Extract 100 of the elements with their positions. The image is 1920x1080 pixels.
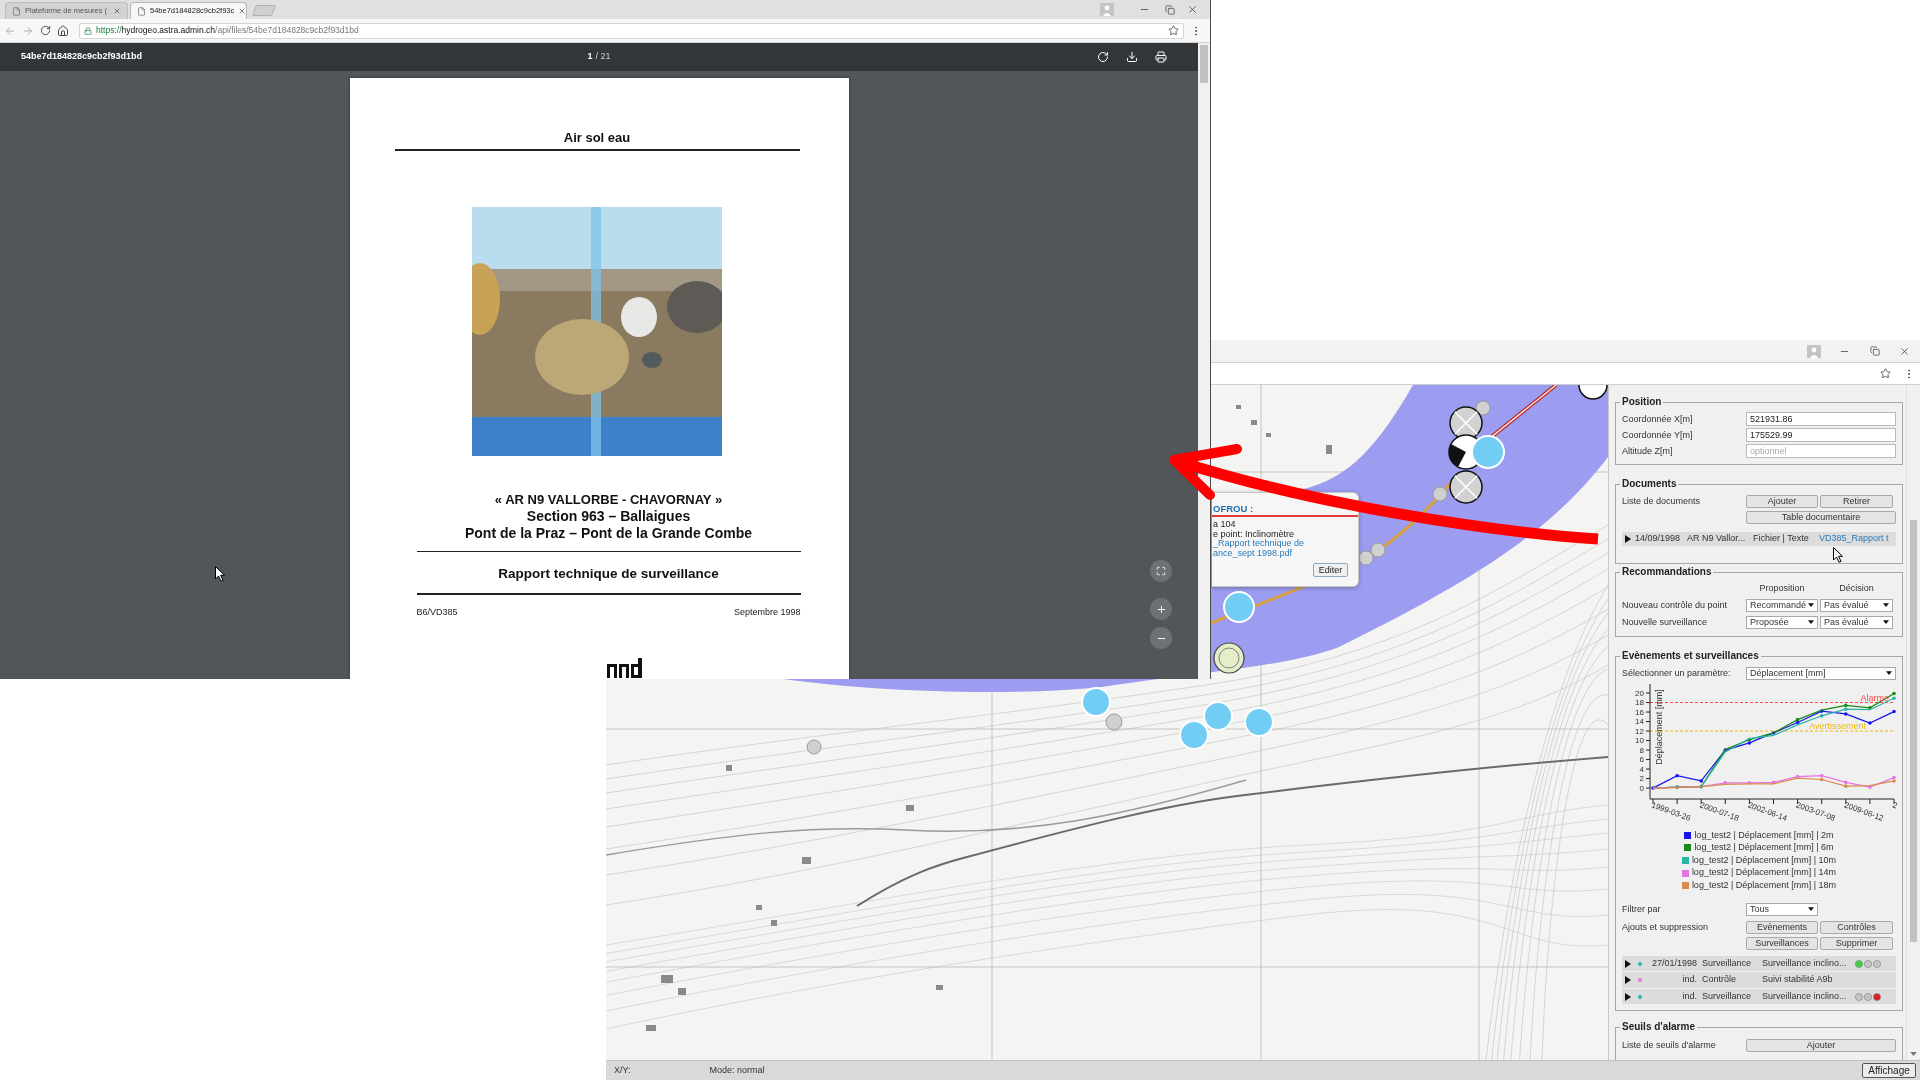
restore-icon[interactable] — [1165, 4, 1175, 15]
remove-button[interactable]: Retirer — [1820, 495, 1893, 508]
controls-button[interactable]: Contrôles — [1820, 920, 1893, 934]
document-title: AR N9 Vallor... — [1687, 532, 1747, 546]
tick-label: 2 — [1891, 800, 1899, 811]
cursor-icon — [215, 566, 225, 582]
section-title: Position — [1621, 396, 1663, 408]
description-text: Surveillance inclino... — [1762, 989, 1848, 1003]
surveillances-button[interactable]: Surveillances — [1746, 936, 1818, 950]
bookmark-star-icon[interactable] — [1168, 25, 1179, 36]
expand-triangle-icon[interactable] — [1625, 535, 1631, 543]
reload-icon[interactable] — [40, 25, 51, 36]
dropdown-select[interactable]: Pas évalué — [1820, 598, 1893, 612]
event-row[interactable]: ind. Surveillance Surveillance inclino... — [1622, 988, 1896, 1005]
date-text: 27/01/1998 — [1650, 956, 1697, 970]
close-icon[interactable] — [113, 7, 121, 15]
scrollbar-thumb[interactable] — [1200, 45, 1208, 83]
data-point — [1723, 781, 1728, 785]
add-button[interactable]: Ajouter — [1746, 495, 1818, 508]
lock-icon — [84, 26, 92, 35]
close-icon[interactable] — [1899, 345, 1910, 357]
tick-label: 2 — [1639, 774, 1644, 784]
date-text: Septembre 1998 — [733, 605, 801, 618]
page-number-field[interactable]: 1 — [587, 50, 593, 64]
page-count: / 21 — [595, 50, 611, 64]
field-label: Ajouts et suppression — [1622, 921, 1710, 933]
data-point — [1795, 774, 1800, 779]
logo-icon — [606, 657, 642, 678]
dropdown-select[interactable]: Déplacement [mm] — [1746, 666, 1896, 680]
rotate-icon[interactable] — [1097, 51, 1109, 63]
close-icon[interactable] — [1187, 4, 1198, 15]
field-label: Nouveau contrôle du point — [1622, 599, 1729, 611]
add-button[interactable]: Ajouter — [1746, 1039, 1896, 1053]
document-title: Section 963 – Ballaigues — [526, 507, 691, 525]
date-text: 14/09/1998 — [1635, 532, 1682, 546]
display-button[interactable]: Affichage — [1862, 1063, 1916, 1078]
tick-label: 10 — [1635, 736, 1644, 746]
text-field[interactable]: optionnel — [1746, 444, 1896, 458]
document-title: « AR N9 VALLORBE - CHAVORNAY » — [494, 490, 723, 508]
restore-icon[interactable] — [1870, 346, 1880, 356]
print-icon[interactable] — [1155, 51, 1167, 63]
popup-title: OFROU : — [1212, 503, 1255, 514]
scrollbar-thumb[interactable] — [1910, 520, 1917, 942]
document-subtitle: Rapport technique de surveillance — [498, 565, 719, 582]
document-table-button[interactable]: Table documentaire — [1746, 511, 1896, 524]
field-label: Liste de seuils d'alarme — [1622, 1040, 1717, 1052]
tick-label: 4 — [1639, 764, 1644, 774]
tick-label: 8 — [1639, 745, 1644, 755]
caret-icon — [1808, 603, 1814, 607]
download-icon[interactable] — [1126, 51, 1138, 63]
section-title: Documents — [1621, 478, 1678, 490]
fit-page-button[interactable] — [1150, 560, 1172, 582]
text-field[interactable]: 521931.86 — [1746, 412, 1896, 426]
description-text: Suivi stabilité A9b — [1762, 973, 1834, 987]
data-point — [1723, 748, 1728, 752]
description-text: Surveillance inclino... — [1762, 956, 1848, 970]
text-field[interactable]: 175529.99 — [1746, 428, 1896, 442]
edit-button[interactable]: Editer — [1313, 563, 1348, 577]
mode-text: Mode: normal — [709, 1063, 765, 1077]
events-button[interactable]: Evènements — [1746, 920, 1818, 934]
file-link[interactable]: _Rapport technique de — [1212, 539, 1358, 549]
caret-icon — [1808, 620, 1814, 624]
document-row[interactable]: 14/09/1998 AR N9 Vallor... Fichier | Texte VD385_Rapport t — [1622, 532, 1896, 546]
bookmark-star-icon[interactable] — [1880, 368, 1891, 379]
tick-label: 20 — [1635, 688, 1644, 698]
expand-triangle-icon[interactable] — [1625, 992, 1631, 1001]
home-icon[interactable] — [57, 24, 69, 37]
file-name: 54be7d184828c9cb2f93d1bd — [20, 50, 144, 64]
url-field[interactable]: https://hydrogeo.astra.admin.ch/api/files/54be7d184828c9cb2f93d1bd — [79, 22, 1184, 39]
field-label: Altitude Z[m] — [1622, 445, 1674, 457]
file-link[interactable]: ance_sept 1998.pdf — [1212, 548, 1358, 558]
type-text: Fichier | Texte — [1753, 532, 1810, 546]
scroll-down-icon[interactable] — [1910, 1052, 1917, 1056]
expand-triangle-icon[interactable] — [1625, 959, 1631, 968]
dropdown-select[interactable]: Proposée — [1746, 615, 1818, 629]
data-point — [1868, 785, 1872, 789]
document-header: Air sol eau — [563, 130, 631, 146]
tick-label: 6 — [1639, 755, 1644, 765]
type-text: Surveillance — [1702, 989, 1753, 1003]
popup-text: e point: Inclinomètre — [1212, 529, 1296, 539]
dropdown-select[interactable]: Recommandé — [1746, 598, 1818, 612]
dropdown-select[interactable]: Pas évalué — [1820, 615, 1893, 629]
tick-label: 14 — [1635, 717, 1644, 727]
expand-triangle-icon[interactable] — [1625, 976, 1631, 985]
page-icon — [12, 6, 21, 16]
close-icon[interactable] — [238, 7, 247, 15]
event-row[interactable]: 27/01/1998 Surveillance Surveillance inclino... — [1622, 955, 1896, 972]
delete-button[interactable]: Supprimer — [1820, 936, 1893, 950]
legend-label: log_test2 | Déplacement [mm] | 2m — [1694, 828, 1834, 842]
caret-icon — [1883, 603, 1889, 607]
data-point — [1675, 785, 1679, 789]
file-link[interactable]: VD385_Rapport t — [1819, 532, 1889, 546]
caret-icon — [1883, 620, 1889, 624]
section-title: Recommandations — [1621, 566, 1713, 578]
event-row[interactable]: ind. Contrôle Suivi stabilité A9b — [1622, 972, 1896, 988]
fit-icon — [1156, 566, 1166, 576]
dropdown-select[interactable]: Tous — [1746, 902, 1818, 916]
zoom-in-button[interactable] — [1150, 598, 1172, 620]
cursor-icon — [1833, 547, 1843, 563]
legend-label: log_test2 | Déplacement [mm] | 18m — [1691, 878, 1837, 892]
